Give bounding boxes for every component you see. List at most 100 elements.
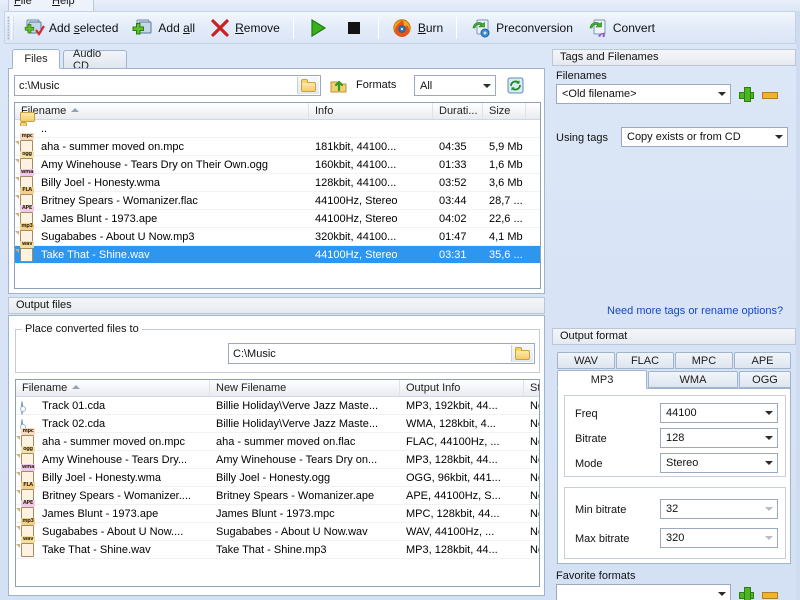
cell-status: Not <box>524 541 540 559</box>
table-row[interactable]: .. <box>15 120 540 138</box>
cell-filename: aha - summer moved on.mpc <box>15 138 309 156</box>
format-tab-mpc[interactable]: MPC <box>675 352 733 369</box>
column-header-filename[interactable]: Filename <box>15 103 309 119</box>
cell-filename: Sugababes - About U Now.... <box>16 523 210 541</box>
remove-favorite-format-button[interactable] <box>762 587 777 600</box>
column-header-info[interactable]: Info <box>309 103 433 119</box>
cell-info: 44100Hz, Stereo <box>309 192 433 210</box>
more-tag-options-link[interactable]: Need more tags or rename options? <box>607 305 783 317</box>
burn-label: Burn <box>418 21 443 35</box>
output-file-list[interactable]: Filename New Filename Output Info Statu … <box>15 379 540 587</box>
tags-group-header: Tags and Filenames <box>552 49 796 66</box>
formats-label: Formats <box>356 79 396 91</box>
bitrate-label: Bitrate <box>575 433 607 445</box>
column-header-duration[interactable]: Durati... <box>433 103 483 119</box>
table-row[interactable]: FLABritney Spears - Womanizer....Britney… <box>16 487 539 505</box>
format-tab-ape[interactable]: APE <box>734 352 791 369</box>
output-column-header-filename[interactable]: Filename <box>16 380 210 396</box>
chevron-down-icon <box>765 436 773 440</box>
table-row[interactable]: mp3Sugababes - About U Now.mp3320kbit, 4… <box>15 228 540 246</box>
menu-item-file[interactable]: FFileile <box>14 0 32 7</box>
folder-up-button[interactable] <box>330 77 348 95</box>
max-bitrate-select[interactable]: 320 <box>660 528 778 548</box>
cell-output_info: OGG, 96kbit, 441... <box>400 469 524 487</box>
convert-button[interactable]: Convert <box>580 14 662 41</box>
table-row[interactable]: wavTake That - Shine.wav44100Hz, Stereo0… <box>15 246 540 264</box>
stop-icon <box>343 18 365 38</box>
table-row[interactable]: Track 02.cdaBillie Holiday\Verve Jazz Ma… <box>16 415 539 433</box>
refresh-button[interactable] <box>507 77 524 94</box>
table-row[interactable]: Track 01.cdaBillie Holiday\Verve Jazz Ma… <box>16 397 539 415</box>
cell-info <box>309 120 433 138</box>
filenames-select[interactable]: <Old filename> <box>556 84 731 104</box>
add-all-button[interactable]: Add all <box>125 14 202 41</box>
cell-filename: James Blunt - 1973.ape <box>15 210 309 228</box>
table-row[interactable]: mpcaha - summer moved on.mpcaha - summer… <box>16 433 539 451</box>
table-row[interactable]: APEJames Blunt - 1973.apeJames Blunt - 1… <box>16 505 539 523</box>
freq-select[interactable]: 44100 <box>660 403 778 423</box>
main-toolbar: Add selected Add all Remove <box>4 11 796 44</box>
cell-size: 22,6 ... <box>483 210 541 228</box>
cell-filename: aha - summer moved on.mpc <box>16 433 210 451</box>
table-row[interactable]: wmaBilly Joel - Honesty.wma128kbit, 4410… <box>15 174 540 192</box>
stop-button[interactable] <box>336 14 372 41</box>
filenames-label: Filenames <box>556 70 607 82</box>
output-path-input[interactable]: C:\Music <box>228 343 535 364</box>
table-row[interactable]: mp3Sugababes - About U Now....Sugababes … <box>16 523 539 541</box>
cell-info: 181kbit, 44100... <box>309 138 433 156</box>
cell-output_info: WAV, 44100Hz, ... <box>400 523 524 541</box>
cell-size: 4,1 Mb <box>483 228 541 246</box>
format-tab-mp3[interactable]: MP3 <box>557 370 647 389</box>
preconversion-button[interactable]: Preconversion <box>463 14 580 41</box>
mode-value: Stereo <box>666 457 698 469</box>
tags-group-label: Tags and Filenames <box>560 51 658 63</box>
output-column-header-status[interactable]: Statu <box>524 380 540 396</box>
add-all-icon <box>132 18 154 38</box>
format-tab-wav[interactable]: WAV <box>557 352 615 369</box>
output-column-header-output-info[interactable]: Output Info <box>400 380 524 396</box>
source-file-list[interactable]: Filename Info Durati... Size ..mpcaha - … <box>14 102 541 289</box>
cell-size: 5,9 Mb <box>483 138 541 156</box>
table-row[interactable]: oggAmy Winehouse - Tears Dry...Amy Wineh… <box>16 451 539 469</box>
preconversion-icon <box>470 18 492 38</box>
table-row[interactable]: wavTake That - Shine.wavTake That - Shin… <box>16 541 539 559</box>
source-list-body: ..mpcaha - summer moved on.mpc181kbit, 4… <box>15 120 540 288</box>
remove-filename-pattern-button[interactable] <box>762 87 777 102</box>
tab-files[interactable]: Files <box>12 49 60 69</box>
output-list-body: Track 01.cdaBillie Holiday\Verve Jazz Ma… <box>16 397 539 586</box>
output-browse-button[interactable] <box>511 345 533 362</box>
mode-select[interactable]: Stereo <box>660 453 778 473</box>
using-tags-select[interactable]: Copy exists or from CD <box>621 127 788 147</box>
format-tab-flac[interactable]: FLAC <box>616 352 674 369</box>
files-panel: c:\Music Formats All <box>8 68 545 294</box>
table-row[interactable]: APEJames Blunt - 1973.ape44100Hz, Stereo… <box>15 210 540 228</box>
play-button[interactable] <box>300 14 336 41</box>
add-selected-button[interactable]: Add selected <box>16 14 125 41</box>
favorite-formats-label: Favorite formats <box>556 570 635 582</box>
column-header-size[interactable]: Size <box>483 103 526 119</box>
burn-button[interactable]: Burn <box>385 14 450 41</box>
tab-audio-cd[interactable]: Audio CD <box>63 50 127 68</box>
toolbar-grip[interactable] <box>7 16 14 40</box>
bitrate-value: 128 <box>666 432 684 444</box>
table-row[interactable]: mpcaha - summer moved on.mpc181kbit, 441… <box>15 138 540 156</box>
folder-up-icon <box>330 77 348 95</box>
browse-folder-button[interactable] <box>297 77 319 94</box>
preconversion-label: Preconversion <box>496 21 573 35</box>
table-row[interactable]: oggAmy Winehouse - Tears Dry on Their Ow… <box>15 156 540 174</box>
remove-button[interactable]: Remove <box>202 14 287 41</box>
min-bitrate-select[interactable]: 32 <box>660 499 778 519</box>
bitrate-select[interactable]: 128 <box>660 428 778 448</box>
output-column-header-new-filename[interactable]: New Filename <box>210 380 400 396</box>
format-tab-wma[interactable]: WMA <box>648 371 738 388</box>
cell-new_filename: James Blunt - 1973.mpc <box>210 505 400 523</box>
menu-item-help[interactable]: Help <box>52 0 75 7</box>
table-row[interactable]: wmaBilly Joel - Honesty.wmaBilly Joel - … <box>16 469 539 487</box>
format-tab-ogg[interactable]: OGG <box>739 371 791 388</box>
add-filename-pattern-button[interactable] <box>739 87 754 102</box>
path-input[interactable]: c:\Music <box>14 75 321 96</box>
formats-filter-select[interactable]: All <box>414 75 496 96</box>
table-row[interactable]: FLABritney Spears - Womanizer.flac44100H… <box>15 192 540 210</box>
favorite-formats-select[interactable] <box>556 584 731 600</box>
add-favorite-format-button[interactable] <box>739 587 754 600</box>
